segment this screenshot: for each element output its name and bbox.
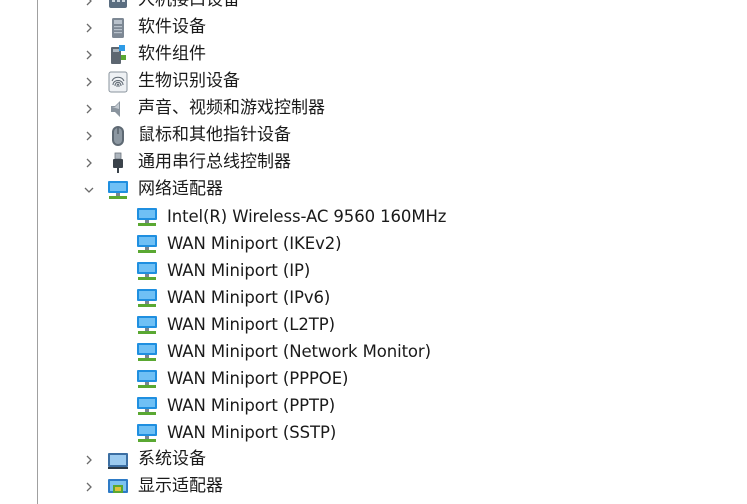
network-adapter-icon	[136, 287, 158, 309]
tree-category-label: 声音、视频和游戏控制器	[138, 98, 325, 118]
network-adapter-icon	[136, 314, 158, 336]
tree-category-system-devices[interactable]: 系统设备	[0, 446, 747, 473]
tree-device-item[interactable]: WAN Miniport (IKEv2)	[0, 230, 747, 257]
tree-device-label: WAN Miniport (IP)	[167, 261, 311, 280]
tree-category-usb[interactable]: 通用串行总线控制器	[0, 149, 747, 176]
system-device-icon	[107, 449, 129, 471]
network-adapter-icon	[136, 422, 158, 444]
chevron-right-icon[interactable]	[81, 0, 97, 14]
chevron-right-icon[interactable]	[81, 446, 97, 473]
tree-device-item[interactable]: WAN Miniport (Network Monitor)	[0, 338, 747, 365]
chevron-right-icon[interactable]	[81, 473, 97, 500]
chevron-right-icon[interactable]	[81, 149, 97, 176]
tree-category-software-components[interactable]: 软件组件	[0, 41, 747, 68]
tree-category-biometric[interactable]: 生物识别设备	[0, 68, 747, 95]
software-component-icon	[107, 44, 129, 66]
tree-device-label: WAN Miniport (IPv6)	[167, 288, 331, 307]
tree-device-item[interactable]: Intel(R) Wireless-AC 9560 160MHz	[0, 203, 747, 230]
chevron-right-icon[interactable]	[81, 122, 97, 149]
network-adapter-icon	[107, 179, 129, 201]
tree-device-label: WAN Miniport (Network Monitor)	[167, 342, 431, 361]
tree-device-item[interactable]: WAN Miniport (PPTP)	[0, 392, 747, 419]
chevron-down-icon[interactable]	[81, 176, 97, 203]
tree-category-label: 网络适配器	[138, 179, 223, 199]
network-adapter-icon	[136, 368, 158, 390]
tree-category-audio-video[interactable]: 声音、视频和游戏控制器	[0, 95, 747, 122]
display-adapter-icon	[107, 476, 129, 498]
chevron-right-icon[interactable]	[81, 68, 97, 95]
mouse-icon	[107, 125, 129, 147]
network-adapter-icon	[136, 233, 158, 255]
network-adapter-icon	[136, 206, 158, 228]
tree-category-network-adapters[interactable]: 网络适配器	[0, 176, 747, 203]
tree-category-label: 人机接口设备	[138, 0, 240, 10]
network-adapter-icon	[136, 395, 158, 417]
chevron-right-icon[interactable]	[81, 95, 97, 122]
tree-category-label: 生物识别设备	[138, 71, 240, 91]
tree-category-label: 软件设备	[138, 17, 206, 37]
usb-icon	[107, 152, 129, 174]
tree-category-software-devices[interactable]: 软件设备	[0, 14, 747, 41]
tree-category-label: 鼠标和其他指针设备	[138, 125, 291, 145]
tree-category-mice[interactable]: 鼠标和其他指针设备	[0, 122, 747, 149]
tree-device-label: WAN Miniport (IKEv2)	[167, 234, 342, 253]
fingerprint-icon	[107, 71, 129, 93]
hid-icon	[107, 0, 129, 12]
network-adapter-icon	[136, 341, 158, 363]
software-device-icon	[107, 17, 129, 39]
network-adapter-icon	[136, 260, 158, 282]
tree-category-label: 通用串行总线控制器	[138, 152, 291, 172]
tree-category-display-adapters[interactable]: 显示适配器	[0, 473, 747, 500]
tree-device-item[interactable]: WAN Miniport (IPv6)	[0, 284, 747, 311]
tree-category-hid[interactable]: 人机接口设备	[0, 0, 747, 14]
tree-device-label: WAN Miniport (SSTP)	[167, 423, 337, 442]
tree-device-label: WAN Miniport (PPPOE)	[167, 369, 349, 388]
tree-device-item[interactable]: WAN Miniport (IP)	[0, 257, 747, 284]
tree-category-label: 系统设备	[138, 449, 206, 469]
tree-device-label: WAN Miniport (L2TP)	[167, 315, 335, 334]
tree-device-item[interactable]: WAN Miniport (PPPOE)	[0, 365, 747, 392]
chevron-right-icon[interactable]	[81, 14, 97, 41]
tree-device-item[interactable]: WAN Miniport (L2TP)	[0, 311, 747, 338]
chevron-right-icon[interactable]	[81, 41, 97, 68]
tree-device-label: Intel(R) Wireless-AC 9560 160MHz	[167, 207, 447, 226]
tree-category-label: 显示适配器	[138, 476, 223, 496]
tree-device-item[interactable]: WAN Miniport (SSTP)	[0, 419, 747, 446]
tree-category-label: 软件组件	[138, 44, 206, 64]
device-tree: 人机接口设备 软件设备 软件组件 生物识别设备 声音、视频和游戏控制器 鼠标和其…	[0, 0, 747, 500]
speaker-icon	[107, 98, 129, 120]
tree-device-label: WAN Miniport (PPTP)	[167, 396, 336, 415]
